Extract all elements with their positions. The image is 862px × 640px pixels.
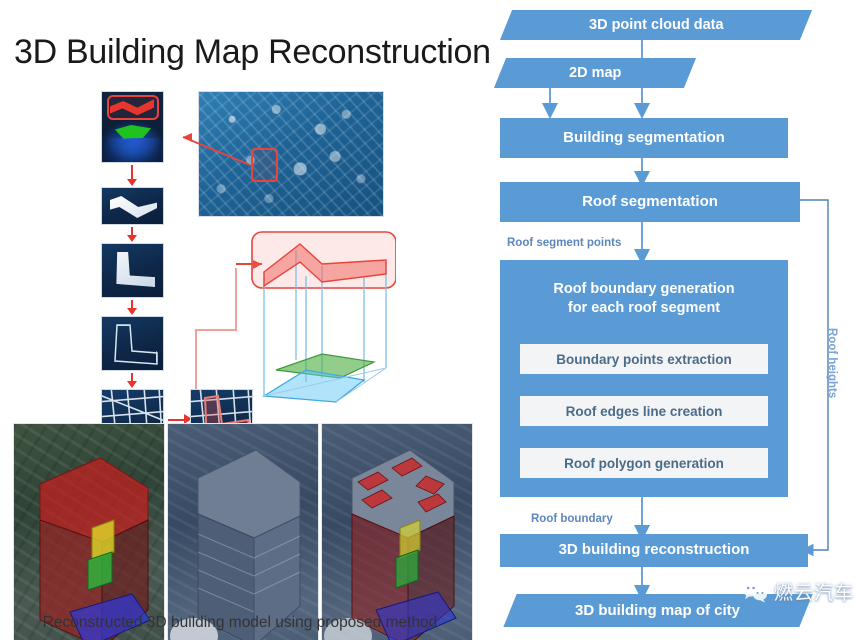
slide-root: 3D Building Map Reconstruction Reconstru… xyxy=(0,0,862,640)
flow-node-2d-map-label: 2D map xyxy=(568,65,622,81)
flow-node-point-cloud-label: 3D point cloud data xyxy=(588,17,724,33)
pipeline-step-roof-merge-thumb xyxy=(101,243,164,298)
point-cloud-roi-box xyxy=(107,95,159,120)
flow-node-roof-segmentation-label: Roof segmentation xyxy=(582,192,718,210)
flow-node-building-segmentation[interactable]: Building segmentation xyxy=(500,118,788,158)
flow-node-boundary-points-extraction-label: Boundary points extraction xyxy=(556,351,732,367)
flow-node-2d-map[interactable]: 2D map xyxy=(493,58,697,88)
edge-label-roof-boundary: Roof boundary xyxy=(531,513,613,525)
flow-group-title-line1: Roof boundary generation xyxy=(553,281,735,297)
flow-node-roof-edges-line-creation[interactable]: Roof edges line creation xyxy=(520,396,768,426)
flow-node-roof-polygon-generation[interactable]: Roof polygon generation xyxy=(520,448,768,478)
watermark-text: 燃云汽车 xyxy=(774,582,855,604)
page-title: 3D Building Map Reconstruction xyxy=(14,33,491,71)
photo-original-aerial-building xyxy=(167,423,319,640)
flow-group-title-line2: for each roof segment xyxy=(567,299,721,316)
flow-node-roof-polygon-generation-label: Roof polygon generation xyxy=(564,455,724,471)
watermark: 燃云汽车 xyxy=(742,578,854,605)
wechat-icon xyxy=(742,581,768,603)
flow-node-roof-edges-line-creation-label: Roof edges line creation xyxy=(565,403,723,419)
3d-building-wireframe-model xyxy=(236,230,396,415)
flow-node-3d-building-map-of-city-label: 3D building map of city xyxy=(575,602,741,619)
flow-node-roof-segmentation[interactable]: Roof segmentation xyxy=(500,182,800,222)
photo-reconstructed-model-colored xyxy=(13,423,165,640)
pipeline-step-roof-segment-thumb xyxy=(101,187,164,225)
edge-label-roof-segment-points: Roof segment points xyxy=(507,237,622,249)
flow-group-title: Roof boundary generation for each roof s… xyxy=(500,280,788,318)
pipeline-step-roof-outline-thumb xyxy=(101,316,164,371)
figure-caption: Reconstructed 3D building model using pr… xyxy=(42,614,438,631)
flow-node-3d-building-reconstruction-label: 3D building reconstruction xyxy=(558,541,750,559)
process-flowchart: 3D point cloud data 2D map Building segm… xyxy=(490,0,862,640)
pipeline-step-point-cloud-thumb xyxy=(101,91,164,163)
flow-node-point-cloud[interactable]: 3D point cloud data xyxy=(499,10,813,40)
illustration-panel xyxy=(0,80,490,640)
photo-model-overlaid-on-photo xyxy=(321,423,473,640)
flow-node-building-segmentation-label: Building segmentation xyxy=(563,128,725,146)
edge-label-roof-heights: Roof heights xyxy=(826,328,838,399)
flow-node-boundary-points-extraction[interactable]: Boundary points extraction xyxy=(520,344,768,374)
flow-node-3d-building-reconstruction[interactable]: 3D building reconstruction xyxy=(500,534,808,567)
